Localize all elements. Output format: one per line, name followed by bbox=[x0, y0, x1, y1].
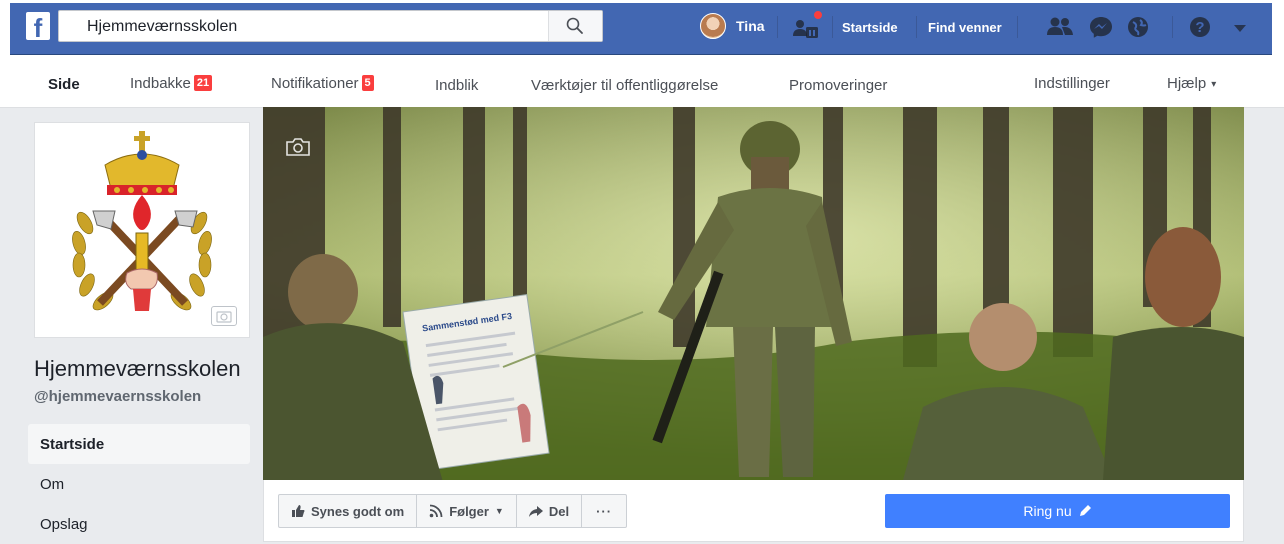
find-friends-link[interactable]: Find venner bbox=[928, 20, 1002, 35]
page-handle[interactable]: @hjemmevaernsskolen bbox=[34, 388, 201, 405]
avatar bbox=[700, 13, 726, 39]
facebook-logo[interactable]: f bbox=[26, 12, 50, 40]
search-button[interactable] bbox=[548, 11, 602, 41]
tab-help-label: Hjælp bbox=[1167, 75, 1207, 92]
camera-icon[interactable] bbox=[211, 306, 237, 326]
share-button[interactable]: Del bbox=[515, 494, 583, 528]
svg-text:?: ? bbox=[1195, 19, 1204, 36]
tab-insights[interactable]: Indblik bbox=[435, 77, 478, 94]
search-icon bbox=[566, 17, 583, 34]
like-button-label: Synes godt om bbox=[311, 503, 405, 519]
profile-link[interactable]: Tina bbox=[700, 12, 765, 40]
rss-icon bbox=[429, 504, 443, 518]
nav-divider bbox=[1172, 16, 1173, 38]
call-now-label: Ring nu bbox=[1023, 503, 1072, 519]
nav-divider bbox=[916, 16, 917, 38]
nav-divider bbox=[777, 16, 778, 38]
tab-notifications[interactable]: Notifikationer 5 bbox=[271, 75, 374, 92]
left-nav-item-om[interactable]: Om bbox=[28, 464, 250, 504]
cover-photo[interactable]: Sammenstød med F3 bbox=[263, 107, 1244, 480]
search-bar[interactable]: Hjemmeværnsskolen bbox=[58, 10, 603, 42]
notifications-count-badge: 5 bbox=[361, 75, 374, 91]
follow-button-label: Følger bbox=[449, 503, 489, 519]
page-title: Hjemmeværnsskolen bbox=[34, 356, 241, 381]
like-button[interactable]: Synes godt om bbox=[278, 494, 418, 528]
tab-side[interactable]: Side bbox=[48, 76, 80, 93]
nav-divider bbox=[832, 16, 833, 38]
friends-icon[interactable] bbox=[1046, 16, 1074, 38]
thumbs-up-icon bbox=[292, 505, 305, 517]
tab-inbox[interactable]: Indbakke 21 bbox=[130, 75, 213, 92]
more-options-button[interactable]: ··· bbox=[581, 494, 628, 528]
pencil-icon[interactable] bbox=[1078, 504, 1092, 518]
profile-name: Tina bbox=[736, 18, 765, 34]
tab-publishing-tools[interactable]: Værktøjer til offentliggørelse bbox=[531, 77, 718, 94]
help-icon[interactable]: ? bbox=[1189, 16, 1211, 38]
action-button-group: Synes godt om Følger ▼ Del ··· bbox=[278, 494, 628, 528]
left-nav-item-opslag[interactable]: Opslag bbox=[28, 504, 250, 544]
tab-settings[interactable]: Indstillinger bbox=[1034, 75, 1110, 92]
tab-notifications-label: Notifikationer bbox=[271, 75, 359, 92]
cover-photo-image: Sammenstød med F3 bbox=[263, 107, 1244, 480]
search-input[interactable]: Hjemmeværnsskolen bbox=[87, 18, 237, 36]
notification-dot bbox=[812, 9, 824, 21]
follow-button[interactable]: Følger ▼ bbox=[416, 494, 517, 528]
call-now-button[interactable]: Ring nu bbox=[885, 494, 1230, 528]
emblem-logo bbox=[72, 131, 212, 311]
caret-down-icon[interactable] bbox=[1234, 25, 1246, 32]
tab-promotions[interactable]: Promoveringer bbox=[789, 77, 887, 94]
nav-divider bbox=[1017, 16, 1018, 38]
friend-requests-icon[interactable] bbox=[792, 18, 820, 40]
tab-help[interactable]: Hjælp ▾ bbox=[1167, 75, 1216, 92]
tab-inbox-label: Indbakke bbox=[130, 75, 191, 92]
left-nav-item-startside[interactable]: Startside bbox=[28, 424, 250, 464]
share-button-label: Del bbox=[548, 503, 570, 519]
camera-icon[interactable] bbox=[285, 137, 311, 157]
globe-notifications-icon[interactable] bbox=[1127, 16, 1149, 38]
left-navigation: Startside Om Opslag bbox=[28, 424, 250, 544]
chevron-down-icon: ▾ bbox=[1211, 79, 1217, 90]
share-arrow-icon bbox=[528, 505, 543, 517]
inbox-count-badge: 21 bbox=[193, 75, 213, 91]
active-tab-indicator bbox=[34, 45, 98, 48]
chevron-down-icon: ▼ bbox=[494, 506, 504, 516]
home-link[interactable]: Startside bbox=[842, 20, 898, 35]
messenger-icon[interactable] bbox=[1089, 16, 1113, 38]
